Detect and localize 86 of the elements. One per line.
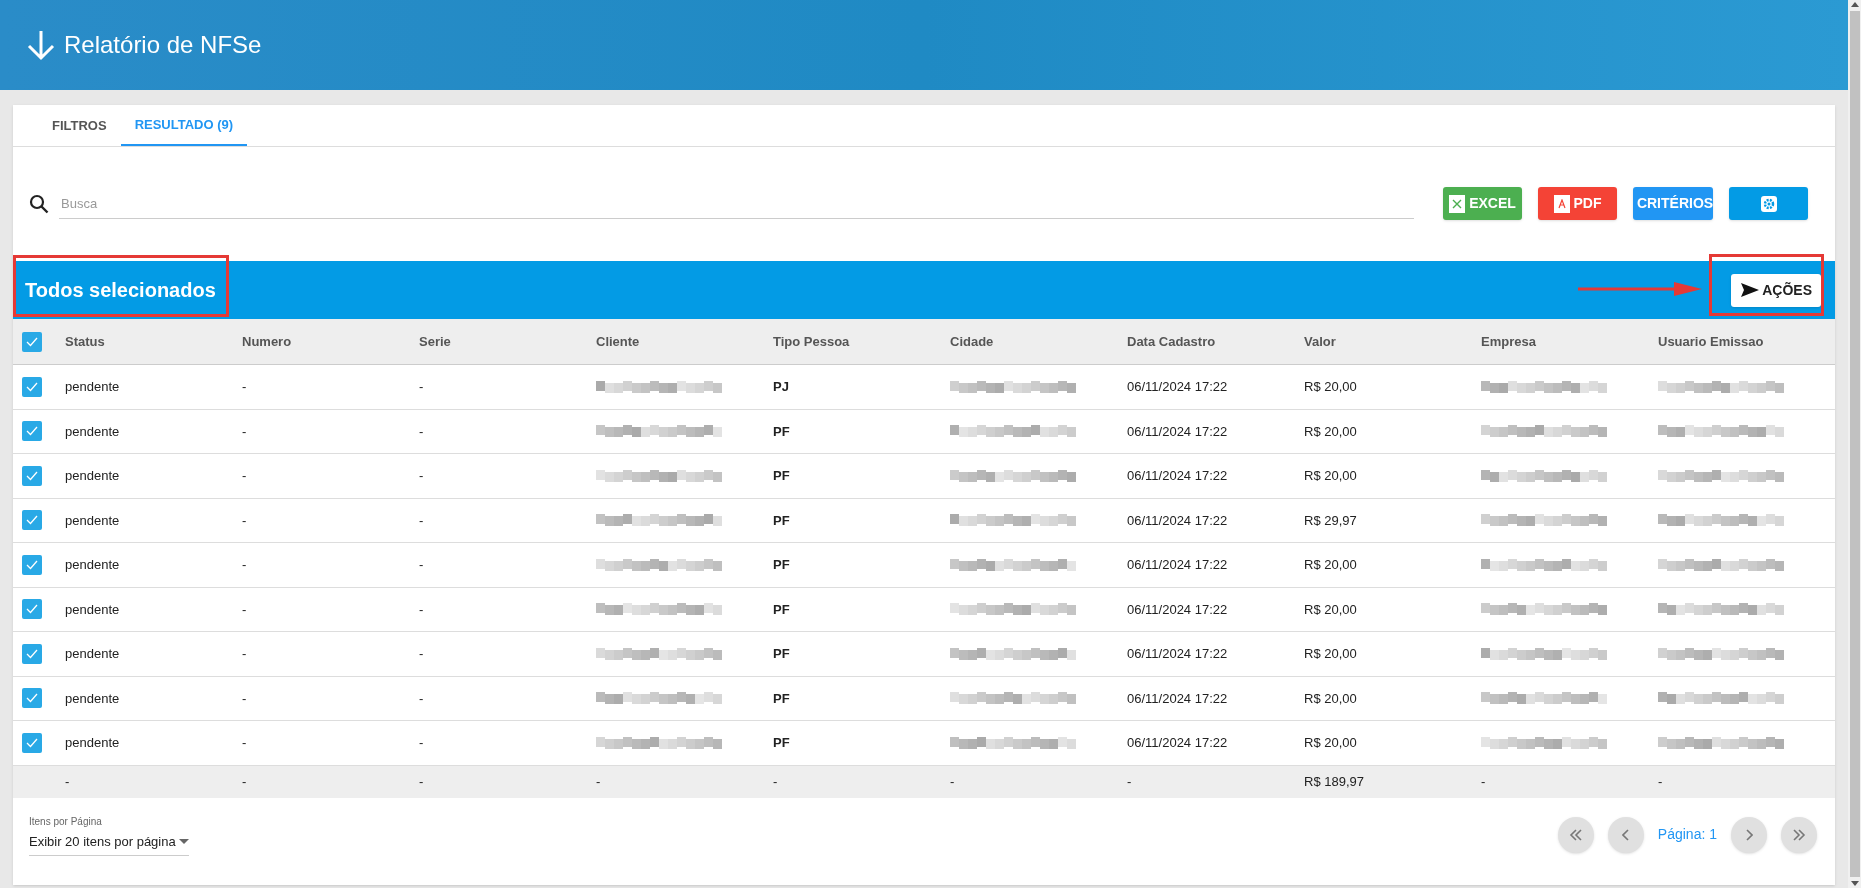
table-cell-text: R$ 20,00 bbox=[1304, 734, 1358, 752]
criteria-button[interactable]: CRITÉRIOS bbox=[1633, 187, 1713, 220]
search-field[interactable]: Busca bbox=[59, 188, 1414, 219]
table-cell-text: R$ 20,00 bbox=[1304, 645, 1358, 663]
table-cell-text: PJ bbox=[773, 378, 790, 396]
table-cell-text: - bbox=[242, 734, 248, 752]
table-cell-text: - bbox=[419, 511, 425, 530]
table-cell-text: pendente bbox=[65, 467, 121, 485]
total-cell-text: - bbox=[1127, 772, 1133, 791]
page-indicator: Página: 1 bbox=[1657, 825, 1717, 844]
table-cell-text: - bbox=[242, 422, 248, 441]
per-page-select[interactable]: Exibir 20 itens por página bbox=[29, 828, 189, 855]
table-cell-text: PF bbox=[773, 511, 791, 530]
table-cell-text: PF bbox=[773, 600, 791, 619]
table-cell-text: pendente bbox=[65, 645, 121, 663]
column-header: Usuario Emissao bbox=[1658, 332, 1765, 351]
table-cell-text: R$ 29,97 bbox=[1304, 511, 1358, 530]
table-cell-text: PF bbox=[773, 645, 791, 663]
table-cell-text: 06/11/2024 17:22 bbox=[1127, 467, 1229, 485]
total-cell-text: - bbox=[773, 772, 779, 791]
table-cell-text: PF bbox=[773, 689, 791, 708]
column-header: Numero bbox=[242, 332, 293, 351]
table-cell-text: 06/11/2024 17:22 bbox=[1127, 378, 1229, 396]
column-header: Empresa bbox=[1481, 332, 1537, 351]
table-cell-text: 06/11/2024 17:22 bbox=[1127, 600, 1229, 619]
table-cell-text: pendente bbox=[65, 600, 121, 619]
selection-title: Todos selecionados bbox=[25, 278, 216, 303]
table-cell-text: - bbox=[419, 689, 425, 708]
excel-button[interactable]: EXCEL bbox=[1443, 187, 1522, 220]
table-cell-text: pendente bbox=[65, 511, 121, 530]
table-cell-text: 06/11/2024 17:22 bbox=[1127, 734, 1229, 752]
table-cell-text: 06/11/2024 17:22 bbox=[1127, 511, 1229, 530]
table-cell-text: PF bbox=[773, 422, 791, 441]
per-page-label: Itens por Página bbox=[29, 814, 103, 829]
total-cell-text: - bbox=[65, 772, 71, 791]
column-header: Valor bbox=[1304, 332, 1337, 351]
table-cell-text: PF bbox=[773, 467, 791, 485]
table-cell-text: R$ 20,00 bbox=[1304, 422, 1358, 441]
table-cell-text: R$ 20,00 bbox=[1304, 556, 1358, 574]
total-cell-text: - bbox=[419, 772, 425, 791]
total-cell-text: - bbox=[242, 772, 248, 791]
table-cell-text: pendente bbox=[65, 422, 121, 441]
page-title: Relatório de NFSe bbox=[64, 30, 262, 60]
table-cell-text: PF bbox=[773, 556, 791, 574]
table-cell-text: - bbox=[419, 378, 425, 396]
table-cell-text: R$ 20,00 bbox=[1304, 378, 1358, 396]
table-cell-text: pendente bbox=[65, 734, 121, 752]
table-cell-text: 06/11/2024 17:22 bbox=[1127, 422, 1229, 441]
table-cell-text: - bbox=[242, 467, 248, 485]
table-cell-text: R$ 20,00 bbox=[1304, 467, 1358, 485]
table-cell-text: - bbox=[419, 600, 425, 619]
table-cell-text: - bbox=[242, 689, 248, 708]
table-cell-text: - bbox=[419, 467, 425, 485]
total-cell-text: - bbox=[1658, 772, 1664, 791]
pdf-button[interactable]: PDF bbox=[1538, 187, 1617, 220]
table-cell-text: - bbox=[242, 556, 248, 574]
table-cell-text: PF bbox=[773, 734, 791, 752]
column-header: Cidade bbox=[950, 332, 995, 351]
table-cell-text: - bbox=[242, 378, 248, 396]
table-cell-text: 06/11/2024 17:22 bbox=[1127, 645, 1229, 663]
table-cell-text: - bbox=[419, 556, 425, 574]
column-header: Status bbox=[65, 332, 106, 351]
table-cell-text: 06/11/2024 17:22 bbox=[1127, 556, 1229, 574]
table-cell-text: - bbox=[242, 645, 248, 663]
column-header: Serie bbox=[419, 332, 452, 351]
total-cell-text: - bbox=[596, 772, 602, 791]
table-cell-text: - bbox=[419, 645, 425, 663]
table-cell-text: pendente bbox=[65, 689, 121, 708]
actions-button[interactable]: AÇÕES bbox=[1731, 273, 1821, 307]
table-cell-text: - bbox=[242, 600, 248, 619]
table-cell-text: pendente bbox=[65, 556, 121, 574]
tab[interactable]: RESULTADO (9) bbox=[120, 105, 248, 146]
total-cell-text: - bbox=[1481, 772, 1487, 791]
table-cell-text: - bbox=[242, 511, 248, 530]
column-header: Cliente bbox=[596, 332, 641, 351]
tab[interactable]: FILTROS bbox=[38, 105, 121, 146]
column-header: Data Cadastro bbox=[1127, 332, 1217, 351]
table-cell-text: R$ 20,00 bbox=[1304, 600, 1358, 619]
table-cell-text: - bbox=[419, 734, 425, 752]
table-cell-text: 06/11/2024 17:22 bbox=[1127, 689, 1229, 708]
total-cell-text: - bbox=[950, 772, 956, 791]
total-cell-text: R$ 189,97 bbox=[1304, 772, 1365, 791]
table-cell-text: - bbox=[419, 422, 425, 441]
table-cell-text: R$ 20,00 bbox=[1304, 689, 1358, 708]
column-header: Tipo Pessoa bbox=[773, 332, 851, 351]
table-cell-text: pendente bbox=[65, 378, 121, 396]
